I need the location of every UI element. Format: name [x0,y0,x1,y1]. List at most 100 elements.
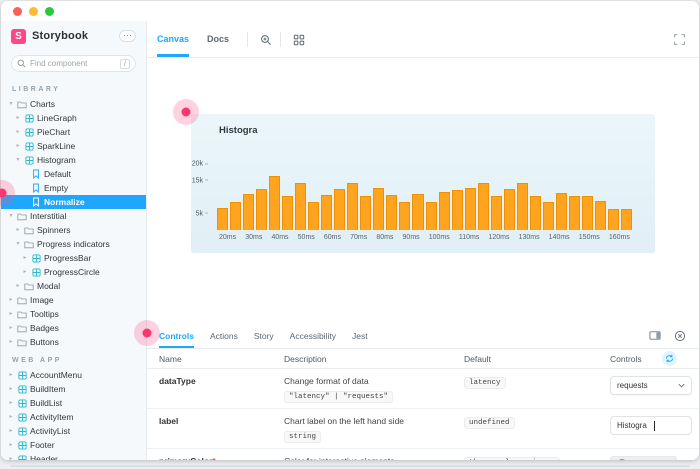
chart-bar [360,196,372,230]
sidebar-item-normalize[interactable]: Normalize [1,195,146,209]
sidebar-item-histogram[interactable]: ▾ Histogram [1,153,146,167]
text-cursor [653,420,655,431]
panel-tab-actions[interactable]: Actions [210,323,238,348]
sidebar-item-sparkline[interactable]: ▸ SparkLine [1,139,146,153]
sidebar-item-accountmenu[interactable]: ▸ AccountMenu [1,368,146,382]
main-area: Canvas Docs Histogra 20ms 30ms 40ms 50ms 60m… [147,21,699,460]
folder-icon [17,323,27,333]
chevron-right-icon[interactable]: ▸ [8,438,14,452]
sidebar-item-footer[interactable]: ▸ Footer [1,438,146,452]
sidebar-item-badges[interactable]: ▸ Badges [1,321,146,335]
traffic-light-zoom-button[interactable] [45,6,54,16]
sidebar-item-buttons[interactable]: ▸ Buttons [1,335,146,349]
sidebar-item-modal[interactable]: ▸ Modal [1,279,146,293]
panel-tab-controls[interactable]: Controls [159,323,194,348]
chevron-down-icon[interactable]: ▾ [8,209,14,223]
sidebar-item-progress-indicators[interactable]: ▾ Progress indicators [1,237,146,251]
chevron-right-icon[interactable]: ▸ [22,251,28,265]
chevron-right-icon[interactable]: ▸ [8,293,14,307]
sidebar-item-tooltips[interactable]: ▸ Tooltips [1,307,146,321]
chevron-down-icon[interactable]: ▾ [8,97,14,111]
arg-default: undefined [464,416,610,429]
addons-panel: Controls Actions Story Accessibility Jest Na… [147,323,699,460]
chevron-right-icon[interactable]: ▸ [8,452,14,460]
type-badge: string [284,431,322,443]
arg-description: Chart label on the left hand side string [284,416,405,443]
col-header-description: Description [284,353,327,364]
background-grid-icon[interactable] [291,32,306,47]
arg-control: Histogra [610,416,699,435]
section-header-library: LIBRARY [12,86,61,93]
tab-canvas[interactable]: Canvas [157,21,190,57]
chart-bar [386,195,398,230]
sidebar-menu-button[interactable]: ⋯ [119,30,136,42]
addons-tabbar: Controls Actions Story Accessibility Jest [147,323,699,349]
chevron-right-icon[interactable]: ▸ [8,335,14,349]
panel-position-icon[interactable] [647,328,662,343]
control-text-input-label[interactable]: Histogra [610,416,692,435]
expand-icon[interactable] [672,32,687,47]
panel-tab-accessibility[interactable]: Accessibility [290,323,336,348]
panel-tab-jest[interactable]: Jest [352,323,368,348]
sidebar-item-image[interactable]: ▸ Image [1,293,146,307]
chevron-down-icon[interactable]: ▾ [15,237,21,251]
chevron-right-icon[interactable]: ▸ [8,382,14,396]
brand-row: S Storybook ⋯ [1,21,146,51]
x-axis-tick-label: 20ms [219,234,237,241]
chart-bar [425,202,437,230]
traffic-light-minimize-button[interactable] [29,6,38,16]
chevron-right-icon[interactable]: ▸ [15,279,21,293]
chevron-down-icon[interactable]: ▾ [15,153,21,167]
sidebar-item-progressbar[interactable]: ▸ ProgressBar [1,251,146,265]
chevron-right-icon[interactable]: ▸ [8,307,14,321]
sidebar-item-interstitial[interactable]: ▾ Interstitial [1,209,146,223]
arg-default: latency [464,376,610,389]
sidebar-item-header[interactable]: ▸ Header [1,452,146,460]
sidebar-item-piechart[interactable]: ▸ PieChart [1,125,146,139]
control-color-primarycolor[interactable]: #1EA7FD [610,456,677,460]
chevron-right-icon[interactable]: ▸ [8,396,14,410]
folder-icon [24,281,34,291]
default-value-badge: theme.color.primary [464,457,560,460]
app-window: S Storybook ⋯ Find component / LIBRARY ▾ C… [1,1,699,460]
control-select-datatype[interactable]: requests [610,376,692,395]
chevron-right-icon[interactable]: ▸ [15,223,21,237]
panel-tab-story[interactable]: Story [254,323,274,348]
component-icon [31,267,41,277]
chevron-right-icon[interactable]: ▸ [8,368,14,382]
sidebar-item-linegraph[interactable]: ▸ LineGraph [1,111,146,125]
sidebar-item-builditem[interactable]: ▸ BuildItem [1,382,146,396]
zoom-in-icon[interactable] [258,32,273,47]
reset-controls-icon[interactable] [662,351,677,366]
x-axis-tick-label: 100ms [428,234,450,241]
search-input[interactable]: Find component / [11,55,136,72]
sidebar-item-label: AccountMenu [30,370,82,380]
traffic-light-close-button[interactable] [13,6,22,16]
chevron-right-icon[interactable]: ▸ [8,321,14,335]
sidebar-item-label: Image [30,295,54,305]
sidebar-item-progresscircle[interactable]: ▸ ProgressCircle [1,265,146,279]
chevron-right-icon[interactable]: ▸ [15,125,21,139]
col-header-default: Default [464,353,491,364]
chart-bar [217,208,229,230]
sidebar-item-charts[interactable]: ▾ Charts [1,97,146,111]
chart-title: Histogra [219,125,258,136]
chevron-right-icon[interactable]: ▸ [8,410,14,424]
tab-docs[interactable]: Docs [207,21,229,57]
sidebar-item-spinners[interactable]: ▸ Spinners [1,223,146,237]
close-panel-icon[interactable] [672,328,687,343]
sidebar-item-label: Empty [44,183,69,193]
sidebar-item-default[interactable]: Default [1,167,146,181]
chart-bar [399,202,411,230]
chevron-right-icon[interactable]: ▸ [8,424,14,438]
chevron-right-icon[interactable]: ▸ [15,139,21,153]
sidebar-item-buildlist[interactable]: ▸ BuildList [1,396,146,410]
args-table-header: Name Description Default Controls [147,349,699,369]
chart-bar [516,183,528,230]
sidebar-item-activityitem[interactable]: ▸ ActivityItem [1,410,146,424]
sidebar-item-empty[interactable]: Empty [1,181,146,195]
arg-description: Change format of data "latency" | "reques… [284,376,464,403]
sidebar-item-activitylist[interactable]: ▸ ActivityList [1,424,146,438]
chevron-right-icon[interactable]: ▸ [22,265,28,279]
chevron-right-icon[interactable]: ▸ [15,111,21,125]
